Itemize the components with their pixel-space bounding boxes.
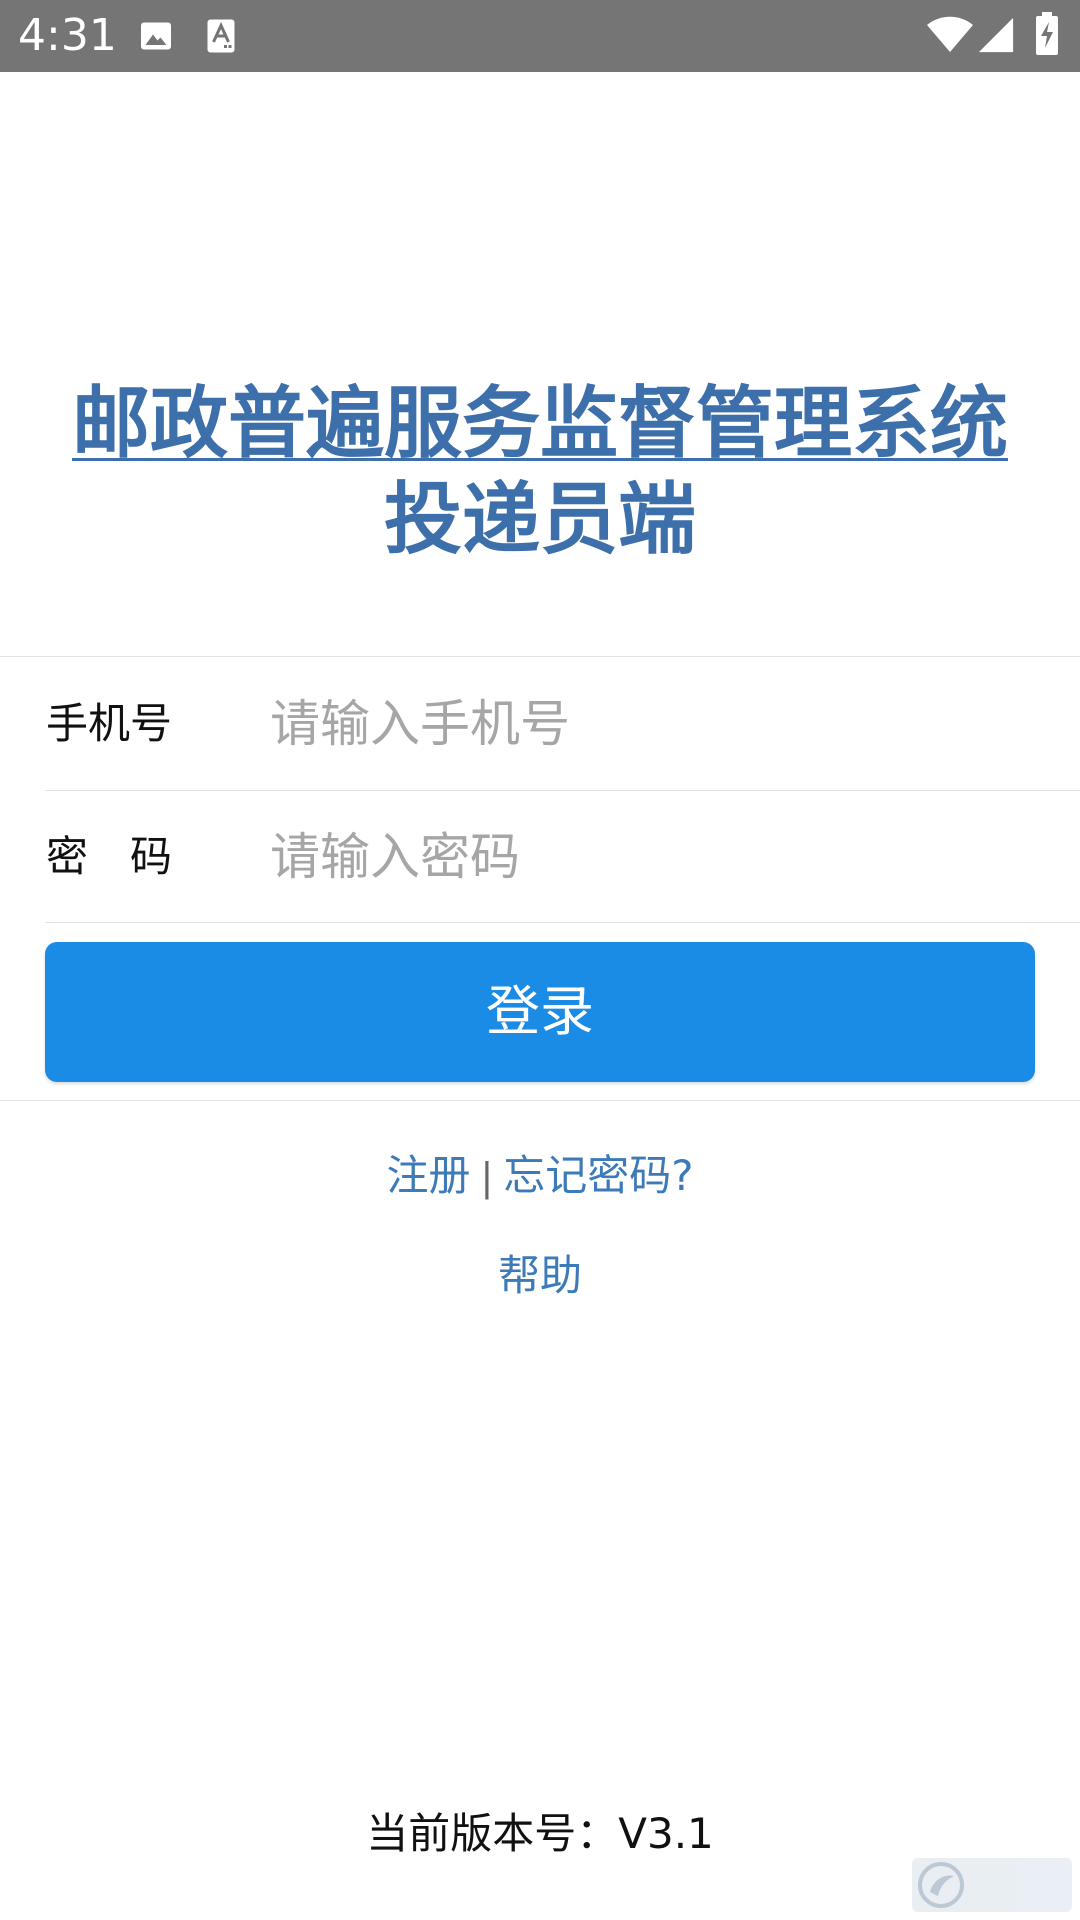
watermark-logo-icon [918, 1862, 964, 1908]
phone-label: 手机号 [46, 699, 173, 748]
status-time: 4:31 [18, 10, 117, 61]
phone-input[interactable] [270, 684, 1050, 764]
login-button[interactable]: 登录 [45, 942, 1035, 1082]
forgot-password-link[interactable]: 忘记密码? [503, 1151, 693, 1200]
image-icon [141, 22, 171, 50]
help-link: 帮助 [0, 1246, 1080, 1306]
password-row: 密 码 [0, 791, 1080, 923]
wifi-icon [927, 16, 973, 52]
form-top-divider [0, 656, 1080, 657]
account-links: 注册 | 忘记密码? [0, 1146, 1080, 1207]
help-link-text[interactable]: 帮助 [498, 1251, 582, 1300]
watermark [912, 1858, 1072, 1912]
battery-charging-icon [1036, 12, 1058, 55]
phone-row: 手机号 [0, 658, 1080, 790]
version-label: 当前版本号：V3.1 [366, 1809, 714, 1858]
client-subtitle: 投递员端 [383, 475, 696, 565]
signal-icon [978, 17, 1014, 53]
register-link[interactable]: 注册 [386, 1151, 470, 1200]
text-a-icon [207, 19, 235, 53]
password-input[interactable] [270, 817, 1050, 897]
link-separator: | [480, 1155, 494, 1199]
password-label: 密 码 [46, 832, 173, 881]
system-title: 邮政普遍服务监督管理系统 [71, 379, 1008, 469]
form-bottom-divider [0, 1100, 1080, 1101]
status-bar: 4:31 [0, 0, 1080, 72]
app-title: 邮政普遍服务监督管理系统 投递员端 [0, 376, 1080, 568]
login-screen: 4:31 邮政普遍服务监督管理系统 投递员端 手机号 请输入手机号 密 码 登录… [0, 0, 1080, 1920]
